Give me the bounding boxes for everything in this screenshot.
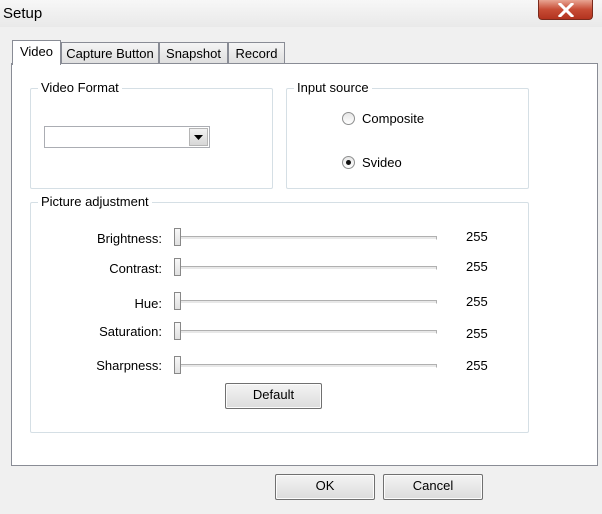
- contrast-slider[interactable]: [174, 258, 437, 276]
- contrast-value: 255: [466, 259, 488, 274]
- radio-svideo-label: Svideo: [362, 155, 402, 170]
- title-bar[interactable]: Setup: [0, 0, 602, 27]
- tab-snapshot[interactable]: Snapshot: [159, 42, 228, 64]
- tab-capture-button-label: Capture Button: [66, 46, 154, 61]
- sharpness-slider[interactable]: [174, 356, 437, 374]
- brightness-label: Brightness:: [96, 231, 162, 246]
- tab-snapshot-label: Snapshot: [166, 46, 221, 61]
- saturation-slider-thumb[interactable]: [174, 322, 181, 340]
- tab-capture-button[interactable]: Capture Button: [61, 42, 159, 64]
- hue-value: 255: [466, 294, 488, 309]
- ok-button[interactable]: OK: [275, 474, 375, 500]
- input-source-group: Input source: [286, 80, 529, 189]
- default-button[interactable]: Default: [225, 383, 322, 409]
- video-format-title: Video Format: [38, 80, 122, 95]
- sharpness-value: 255: [466, 358, 488, 373]
- picture-adjustment-title: Picture adjustment: [38, 194, 152, 209]
- hue-slider-thumb[interactable]: [174, 292, 181, 310]
- hue-label: Hue:: [134, 296, 162, 311]
- saturation-slider[interactable]: [174, 322, 437, 340]
- window-title: Setup: [3, 5, 43, 22]
- contrast-label: Contrast:: [109, 261, 162, 276]
- ok-button-label: OK: [315, 478, 335, 493]
- radio-svideo-circle[interactable]: [342, 156, 355, 169]
- sharpness-label: Sharpness:: [96, 358, 162, 373]
- tab-video-label: Video: [19, 44, 53, 59]
- radio-composite-label: Composite: [362, 111, 425, 126]
- input-source-title: Input source: [294, 80, 372, 95]
- tab-video[interactable]: Video: [12, 40, 61, 65]
- cancel-button[interactable]: Cancel: [383, 474, 483, 500]
- close-icon: [557, 2, 574, 17]
- radio-composite[interactable]: Composite: [342, 111, 424, 126]
- tab-record[interactable]: Record: [228, 42, 285, 64]
- video-format-select[interactable]: [44, 126, 210, 148]
- brightness-value: 255: [466, 229, 488, 244]
- brightness-slider-thumb[interactable]: [174, 228, 181, 246]
- sharpness-slider-thumb[interactable]: [174, 356, 181, 374]
- tab-panel-video: Video Format Input source Composite Svid…: [11, 63, 598, 466]
- saturation-value: 255: [466, 326, 488, 341]
- close-button[interactable]: [538, 0, 593, 20]
- chevron-down-icon: [194, 134, 203, 140]
- saturation-label: Saturation:: [99, 324, 162, 339]
- dropdown-button[interactable]: [189, 128, 208, 146]
- hue-slider[interactable]: [174, 292, 437, 310]
- contrast-slider-thumb[interactable]: [174, 258, 181, 276]
- default-button-label: Default: [252, 387, 295, 402]
- brightness-slider[interactable]: [174, 228, 437, 246]
- cancel-button-label: Cancel: [412, 478, 454, 493]
- radio-svideo[interactable]: Svideo: [342, 155, 402, 170]
- tab-record-label: Record: [235, 46, 278, 61]
- radio-composite-circle[interactable]: [342, 112, 355, 125]
